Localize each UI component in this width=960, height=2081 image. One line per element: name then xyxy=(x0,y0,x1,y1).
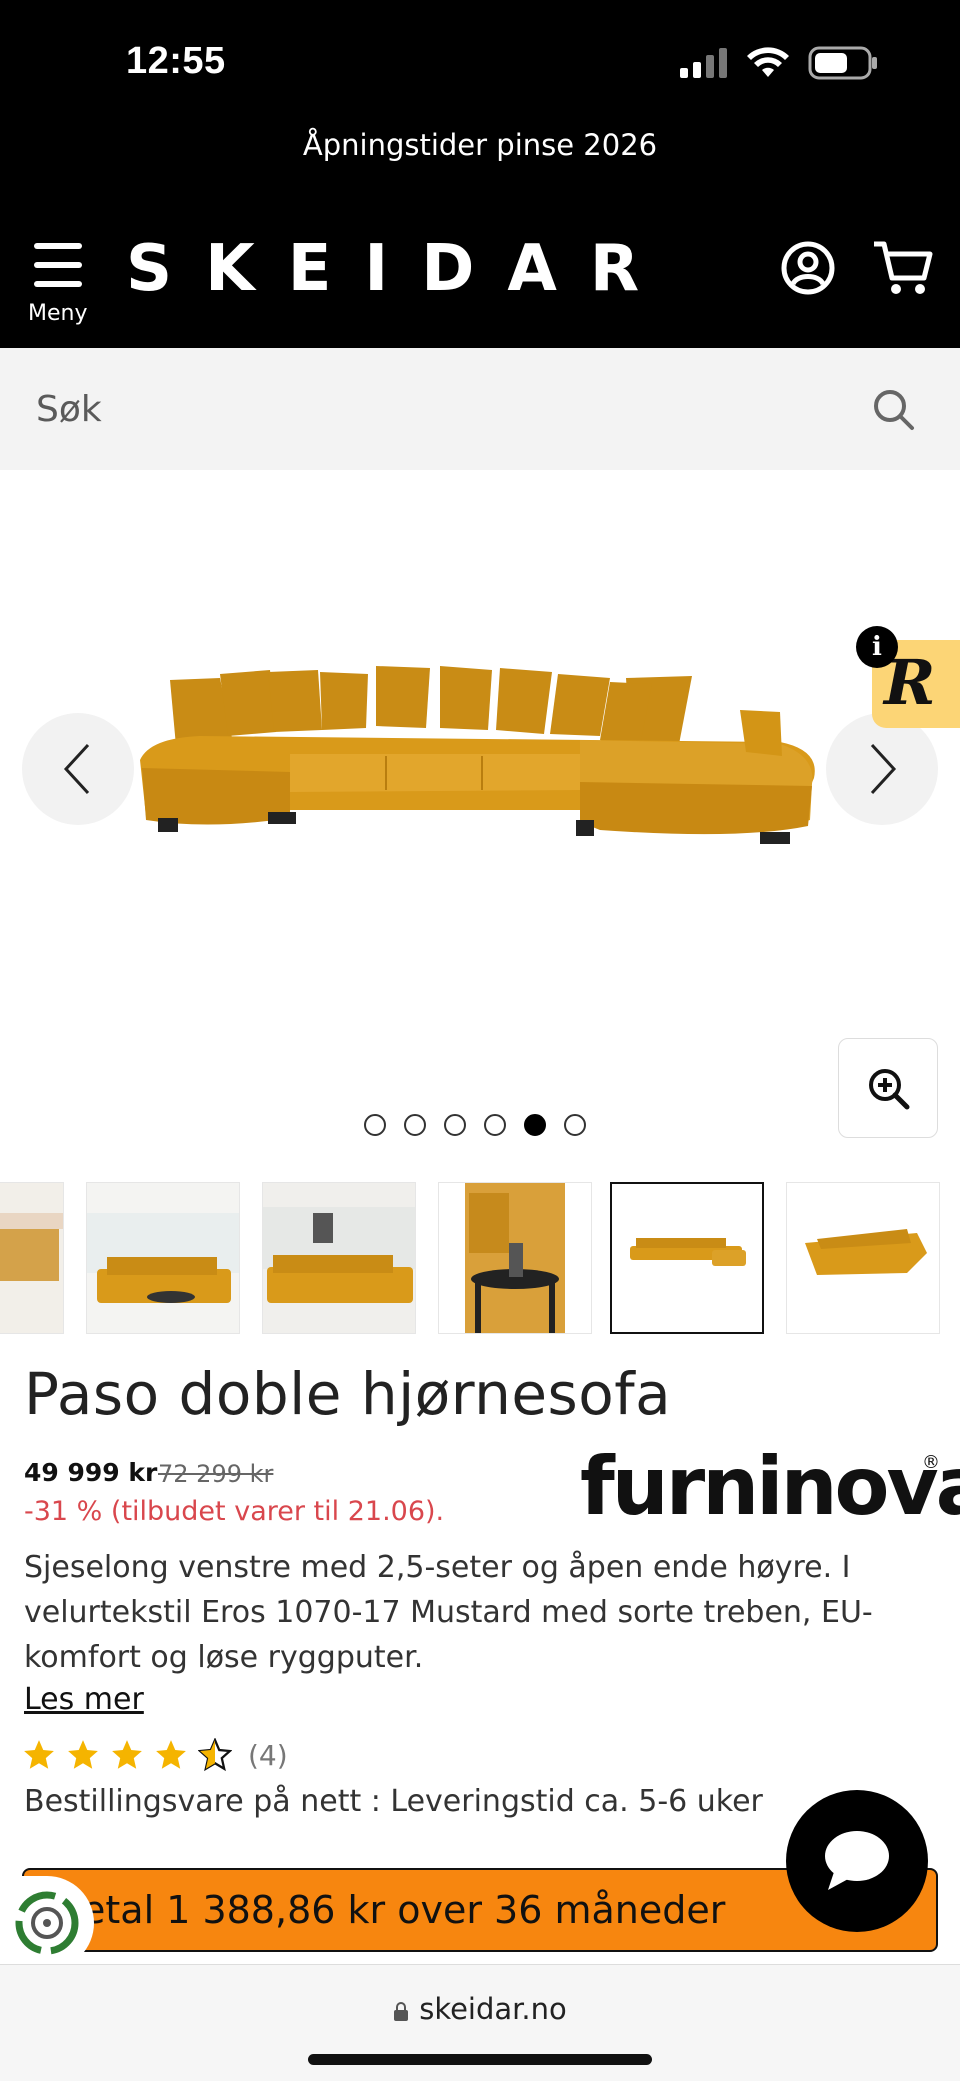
hamburger-icon xyxy=(34,243,82,287)
thumbnail-strip xyxy=(0,1182,960,1334)
status-icons xyxy=(680,46,878,80)
delivery-info: Bestillingsvare på nett : Leveringstid c… xyxy=(24,1784,763,1819)
next-image-button[interactable] xyxy=(826,713,938,825)
star-full-icon xyxy=(68,1740,98,1769)
url-text: skeidar.no xyxy=(419,1992,567,2026)
thumbnail[interactable] xyxy=(438,1182,592,1334)
skeidar-logo[interactable]: SKEIDAR xyxy=(126,232,672,306)
discount-text: -31 % (tilbudet varer til 21.06). xyxy=(24,1496,445,1527)
signal-icon xyxy=(680,48,727,78)
chat-bubble-icon xyxy=(825,1831,889,1890)
star-full-icon xyxy=(112,1740,142,1769)
gallery-dot[interactable] xyxy=(484,1114,506,1136)
chat-button[interactable] xyxy=(786,1790,928,1932)
search-bar xyxy=(0,348,960,470)
gallery-dot[interactable] xyxy=(404,1114,426,1136)
zoom-in-icon xyxy=(869,1069,910,1110)
info-icon[interactable]: i xyxy=(856,626,898,668)
search-input[interactable] xyxy=(36,376,836,442)
rating[interactable]: (4) xyxy=(22,1738,288,1772)
star-full-icon xyxy=(156,1740,186,1769)
url-bar[interactable]: skeidar.no xyxy=(0,1992,960,2026)
chevron-right-icon xyxy=(870,743,897,795)
star-full-icon xyxy=(24,1740,54,1769)
chevron-left-icon xyxy=(63,743,90,795)
thumbnail[interactable] xyxy=(262,1182,416,1334)
gallery-dot[interactable] xyxy=(444,1114,466,1136)
wifi-icon xyxy=(747,47,789,77)
star-half-icon xyxy=(198,1738,232,1772)
previous-image-button[interactable] xyxy=(22,713,134,825)
brand-logo[interactable]: furninova xyxy=(580,1440,960,1533)
gallery-dots xyxy=(364,1114,586,1136)
rating-count: (4) xyxy=(248,1738,288,1772)
original-price: 72 299 kr xyxy=(158,1460,274,1488)
gallery-dot[interactable] xyxy=(364,1114,386,1136)
product-description: Sjeselong venstre med 2,5-seter og åpen … xyxy=(24,1550,873,1675)
home-indicator[interactable] xyxy=(308,2054,652,2065)
recycle-icon xyxy=(15,1891,79,1955)
current-price: 49 999 kr xyxy=(24,1458,158,1487)
gallery-dot-active[interactable] xyxy=(524,1114,546,1136)
gallery-dot[interactable] xyxy=(564,1114,586,1136)
thumbnail-active[interactable] xyxy=(610,1182,764,1334)
menu-label: Meny xyxy=(28,301,88,326)
menu-button[interactable]: Meny xyxy=(26,243,92,327)
product-image[interactable] xyxy=(140,660,820,880)
battery-icon xyxy=(808,46,877,80)
brand-registered-mark: ® xyxy=(922,1452,940,1473)
thumbnail[interactable] xyxy=(86,1182,240,1334)
thumbnail[interactable] xyxy=(786,1182,940,1334)
search-icon[interactable] xyxy=(872,388,916,432)
status-time: 12:55 xyxy=(126,40,226,82)
read-more-link[interactable]: Les mer xyxy=(24,1682,144,1717)
opening-hours-banner[interactable]: Åpningstider pinse 2026 xyxy=(0,128,960,162)
thumbnail[interactable] xyxy=(0,1182,64,1334)
lock-icon xyxy=(394,2002,409,2021)
cart-icon[interactable] xyxy=(872,240,934,296)
eco-badge[interactable] xyxy=(0,1876,94,1970)
product-title: Paso doble hjørnesofa xyxy=(24,1360,672,1428)
zoom-button[interactable] xyxy=(838,1038,938,1138)
financing-text: etal 1 388,86 kr over 36 måneder xyxy=(82,1888,726,1932)
account-icon[interactable] xyxy=(780,240,836,296)
